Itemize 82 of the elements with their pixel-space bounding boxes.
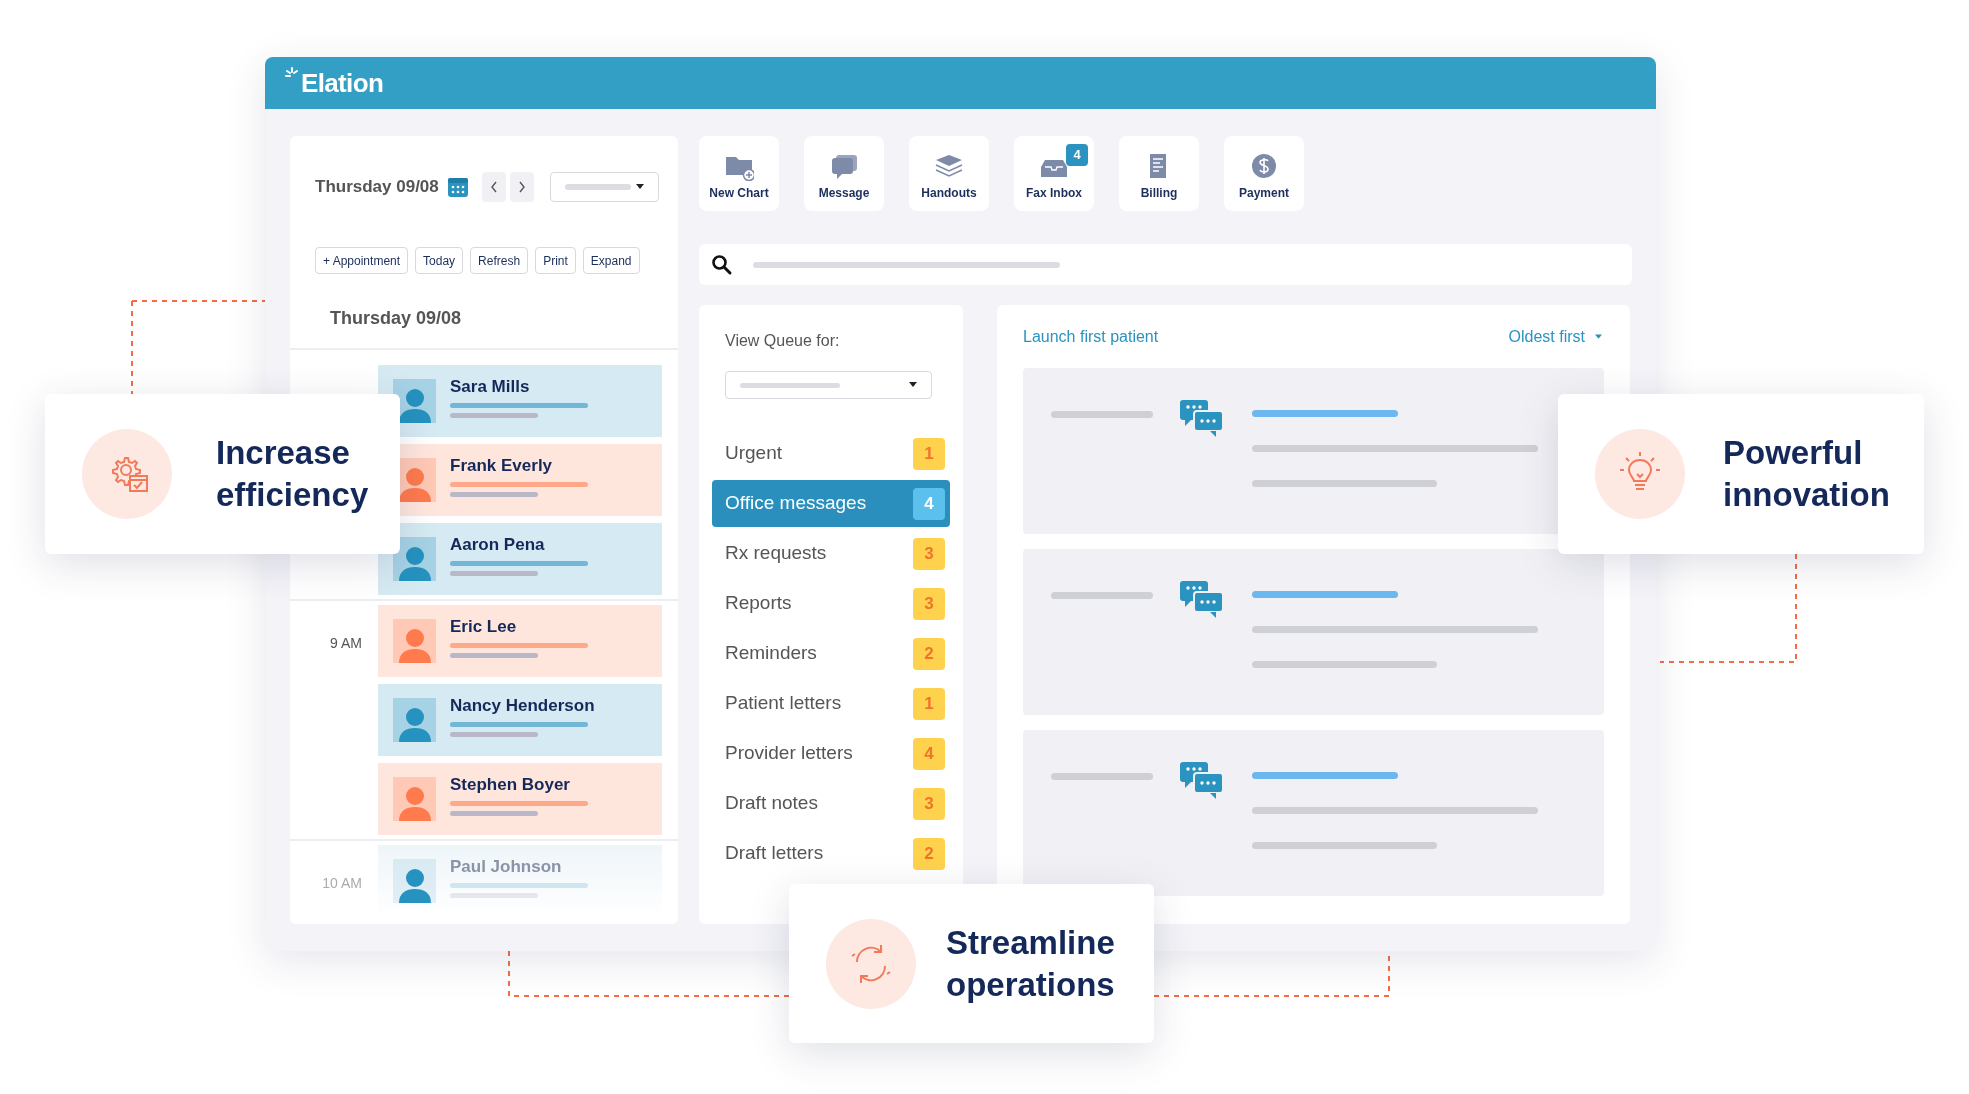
patient-name: Stephen Boyer [450, 775, 571, 795]
queue-label: Draft notes [725, 791, 818, 816]
patient-name: Frank Everly [450, 456, 554, 476]
chat-bubbles-icon [1180, 400, 1225, 438]
count-badge: 3 [913, 787, 945, 820]
chevron-left-icon [489, 180, 498, 193]
count-badge: 1 [913, 687, 945, 720]
message-card[interactable] [1023, 549, 1604, 715]
patient-name: Aaron Pena [450, 535, 546, 555]
queue-item[interactable]: Urgent 1 [712, 430, 950, 477]
toolbar-button[interactable]: Message [804, 136, 884, 211]
calendar-icon[interactable] [446, 175, 469, 198]
queue-label: Draft letters [725, 841, 824, 866]
appointment-card[interactable]: Sara Mills [378, 365, 662, 437]
queue-label: Office messages [725, 491, 867, 516]
count-badge: 3 [913, 587, 945, 620]
appointment-card[interactable]: Aaron Pena [378, 523, 662, 595]
queue-item[interactable]: Reports 3 [712, 580, 950, 627]
time-label: 10 AM [322, 874, 362, 891]
chat-bubbles-icon [1180, 762, 1225, 800]
search-field[interactable] [699, 244, 1632, 285]
patient-name: Eric Lee [450, 617, 518, 637]
app-logo: Elation [301, 66, 384, 100]
queue-item[interactable]: Office messages 4 [712, 480, 950, 527]
action-button[interactable]: + Appointment [315, 247, 409, 274]
feature-title: Streamline operations [946, 922, 1116, 1005]
queue-label: Patient letters [725, 691, 842, 716]
appointment-card[interactable]: Stephen Boyer [378, 763, 662, 835]
appointment-card[interactable]: Nancy Henderson [378, 684, 662, 756]
count-badge: 1 [913, 437, 945, 470]
count-badge: 4 [913, 737, 945, 770]
count-badge: 4 [913, 487, 945, 520]
provider-select[interactable] [725, 371, 932, 399]
queue-item[interactable]: Rx requests 3 [712, 530, 950, 577]
queue-label: View Queue for: [724, 331, 841, 351]
queue-item[interactable]: Draft notes 3 [712, 780, 950, 827]
action-button[interactable]: Expand [582, 247, 640, 274]
queue-item[interactable]: Draft letters 2 [712, 830, 950, 877]
queue-item[interactable]: Reminders 2 [712, 630, 950, 677]
count-badge: 2 [913, 637, 945, 670]
message-card[interactable] [1023, 730, 1604, 896]
toolbar-button[interactable]: Fax Inbox 4 [1014, 136, 1094, 211]
next-button[interactable] [509, 171, 534, 202]
queue-label: Reminders [725, 641, 817, 666]
feature-title: Powerful innovation [1723, 433, 1891, 515]
count-badge: 2 [913, 837, 945, 870]
toolbar-button[interactable]: Handouts [909, 136, 989, 211]
toolbar-button[interactable]: Billing [1119, 136, 1199, 211]
chevron-right-icon [517, 180, 526, 193]
patient-name: Nancy Henderson [450, 696, 595, 716]
previous-button[interactable] [481, 171, 506, 202]
count-badge: 3 [913, 537, 945, 570]
caret-icon [635, 183, 644, 190]
sort-dropdown[interactable]: Oldest first [1508, 325, 1585, 349]
queue-label: Urgent [725, 441, 783, 466]
search-icon [711, 253, 733, 276]
caret-icon [1595, 334, 1602, 340]
queue-item[interactable]: Provider letters 4 [712, 730, 950, 777]
patient-name: Paul Johnson [450, 857, 563, 877]
day-heading: Thursday 09/08 [329, 307, 463, 330]
time-label: 9 AM [330, 634, 362, 651]
message-card[interactable] [1023, 368, 1604, 534]
view-select[interactable] [549, 171, 659, 202]
feature-title: Increase efficiency [216, 433, 370, 515]
toolbar-button[interactable]: Payment [1224, 136, 1304, 211]
appointment-card[interactable]: Eric Lee [378, 605, 662, 677]
launch-link[interactable]: Launch first patient [1023, 325, 1159, 349]
dollar-coin-icon [1249, 151, 1279, 181]
queue-item[interactable]: Patient letters 1 [712, 680, 950, 727]
chat-bubbles-icon [1180, 581, 1225, 619]
date-title: Thursday 09/08 [315, 175, 439, 198]
placeholder-bar [564, 183, 631, 190]
toolbar-button[interactable]: New Chart [699, 136, 779, 211]
patient-name: Sara Mills [450, 377, 531, 397]
action-button[interactable]: Print [535, 247, 576, 274]
caret-icon [909, 382, 917, 388]
queue-label: Rx requests [725, 541, 827, 566]
queue-label: Reports [725, 591, 792, 616]
action-button[interactable]: Today [415, 247, 464, 274]
queue-label: Provider letters [725, 741, 853, 766]
count-badge: 4 [1066, 144, 1088, 166]
action-button[interactable]: Refresh [470, 247, 529, 274]
